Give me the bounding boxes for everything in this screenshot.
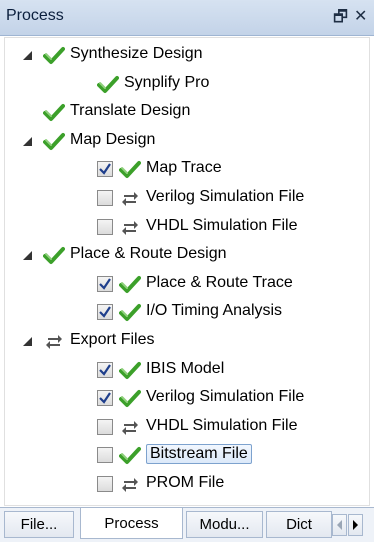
tree-item-label[interactable]: Synplify Pro xyxy=(124,74,209,92)
tree-item-label[interactable]: Place & Route Trace xyxy=(146,274,293,292)
tab-file[interactable]: File... xyxy=(4,511,74,538)
check-icon xyxy=(119,360,141,382)
tree-row[interactable]: VHDL Simulation File xyxy=(5,213,371,241)
check-icon xyxy=(43,102,65,124)
checkmark-icon xyxy=(99,163,111,176)
expand-arrow-icon[interactable] xyxy=(23,248,34,261)
tree-item-label[interactable]: I/O Timing Analysis xyxy=(146,302,282,320)
tree-item-label[interactable]: Place & Route Design xyxy=(70,245,227,263)
tree-item-label[interactable]: Verilog Simulation File xyxy=(146,388,304,406)
expand-arrow-icon[interactable] xyxy=(23,48,34,60)
tree-row[interactable]: Synplify Pro xyxy=(5,70,371,98)
tree-row[interactable]: I/O Timing Analysis xyxy=(5,298,371,326)
tree-item-label[interactable]: Bitstream File xyxy=(146,444,252,465)
tree-row[interactable]: Map Trace xyxy=(5,155,371,183)
checkmark-icon xyxy=(99,278,111,290)
tree-row[interactable]: Map Design xyxy=(5,127,371,155)
refresh-icon xyxy=(119,188,141,210)
refresh-icon xyxy=(43,331,65,353)
row-checkbox[interactable] xyxy=(97,361,113,378)
panel-title-bar: Process 🗗 ✕ xyxy=(0,0,374,36)
process-panel: Process 🗗 ✕ Synthesize Design Synplify P… xyxy=(0,0,374,542)
checkmark-icon xyxy=(99,363,111,376)
scroll-right-icon xyxy=(353,520,358,530)
tree-item-label[interactable]: IBIS Model xyxy=(146,360,224,378)
row-checkbox[interactable] xyxy=(97,447,113,464)
check-icon xyxy=(119,274,141,296)
tree-item-label[interactable]: PROM File xyxy=(146,474,224,492)
row-checkbox[interactable] xyxy=(97,161,113,178)
checkmark-icon xyxy=(99,392,111,404)
tree-row[interactable]: Export Files xyxy=(5,327,371,355)
panel-title: Process xyxy=(6,7,64,24)
panel-tab-bar: Dict Modu... Process File... xyxy=(0,507,374,542)
tree-item-label[interactable]: Map Design xyxy=(70,131,155,149)
check-icon xyxy=(43,245,65,267)
tree-row[interactable]: Synthesize Design xyxy=(5,41,371,69)
tab-scroll-left-button[interactable] xyxy=(332,514,347,536)
tab-process[interactable]: Process xyxy=(80,508,183,539)
check-icon xyxy=(97,74,119,96)
process-tree: Synthesize Design Synplify Pro Translate… xyxy=(4,37,370,506)
row-checkbox[interactable] xyxy=(97,476,113,492)
tab-modu[interactable]: Modu... xyxy=(186,511,263,538)
tree-row[interactable]: Verilog Simulation File xyxy=(5,184,371,212)
check-icon xyxy=(119,302,141,324)
check-icon xyxy=(43,131,65,153)
scroll-left-icon xyxy=(337,520,342,530)
tree-item-label[interactable]: Export Files xyxy=(70,331,154,349)
tree-row[interactable]: VHDL Simulation File xyxy=(5,413,371,441)
check-icon xyxy=(119,445,141,467)
tab-scroll-right-button[interactable] xyxy=(348,514,363,536)
check-icon xyxy=(119,159,141,181)
checkmark-icon xyxy=(99,306,111,319)
refresh-icon xyxy=(119,474,141,496)
row-checkbox[interactable] xyxy=(97,218,113,235)
tree-row[interactable]: Verilog Simulation File xyxy=(5,384,371,412)
row-checkbox[interactable] xyxy=(97,190,113,206)
tree-item-label[interactable]: VHDL Simulation File xyxy=(146,417,297,435)
tree-row[interactable]: PROM File xyxy=(5,470,371,498)
row-checkbox[interactable] xyxy=(97,304,113,321)
expand-arrow-icon[interactable] xyxy=(23,334,34,346)
tree-row[interactable]: Translate Design xyxy=(5,98,371,126)
close-icon[interactable]: ✕ xyxy=(354,6,367,26)
float-window-icon[interactable]: 🗗 xyxy=(333,6,348,33)
row-checkbox[interactable] xyxy=(97,390,113,407)
tree-item-label[interactable]: Map Trace xyxy=(146,159,222,177)
tree-item-label[interactable]: Synthesize Design xyxy=(70,45,203,63)
tab-dict[interactable]: Dict xyxy=(266,511,332,538)
tree-row[interactable]: Place & Route Design xyxy=(5,241,371,269)
tree-row[interactable]: Place & Route Trace xyxy=(5,270,371,298)
row-checkbox[interactable] xyxy=(97,418,113,435)
tree-row[interactable]: Bitstream File xyxy=(5,441,371,469)
check-icon xyxy=(43,45,65,67)
refresh-icon xyxy=(119,217,141,239)
check-icon xyxy=(119,388,141,410)
tree-item-label[interactable]: Verilog Simulation File xyxy=(146,188,304,206)
row-checkbox[interactable] xyxy=(97,275,113,292)
expand-arrow-icon[interactable] xyxy=(23,134,34,146)
tree-row[interactable]: IBIS Model xyxy=(5,356,371,384)
tree-item-label[interactable]: VHDL Simulation File xyxy=(146,217,297,235)
refresh-icon xyxy=(119,417,141,439)
tree-item-label[interactable]: Translate Design xyxy=(70,102,190,120)
